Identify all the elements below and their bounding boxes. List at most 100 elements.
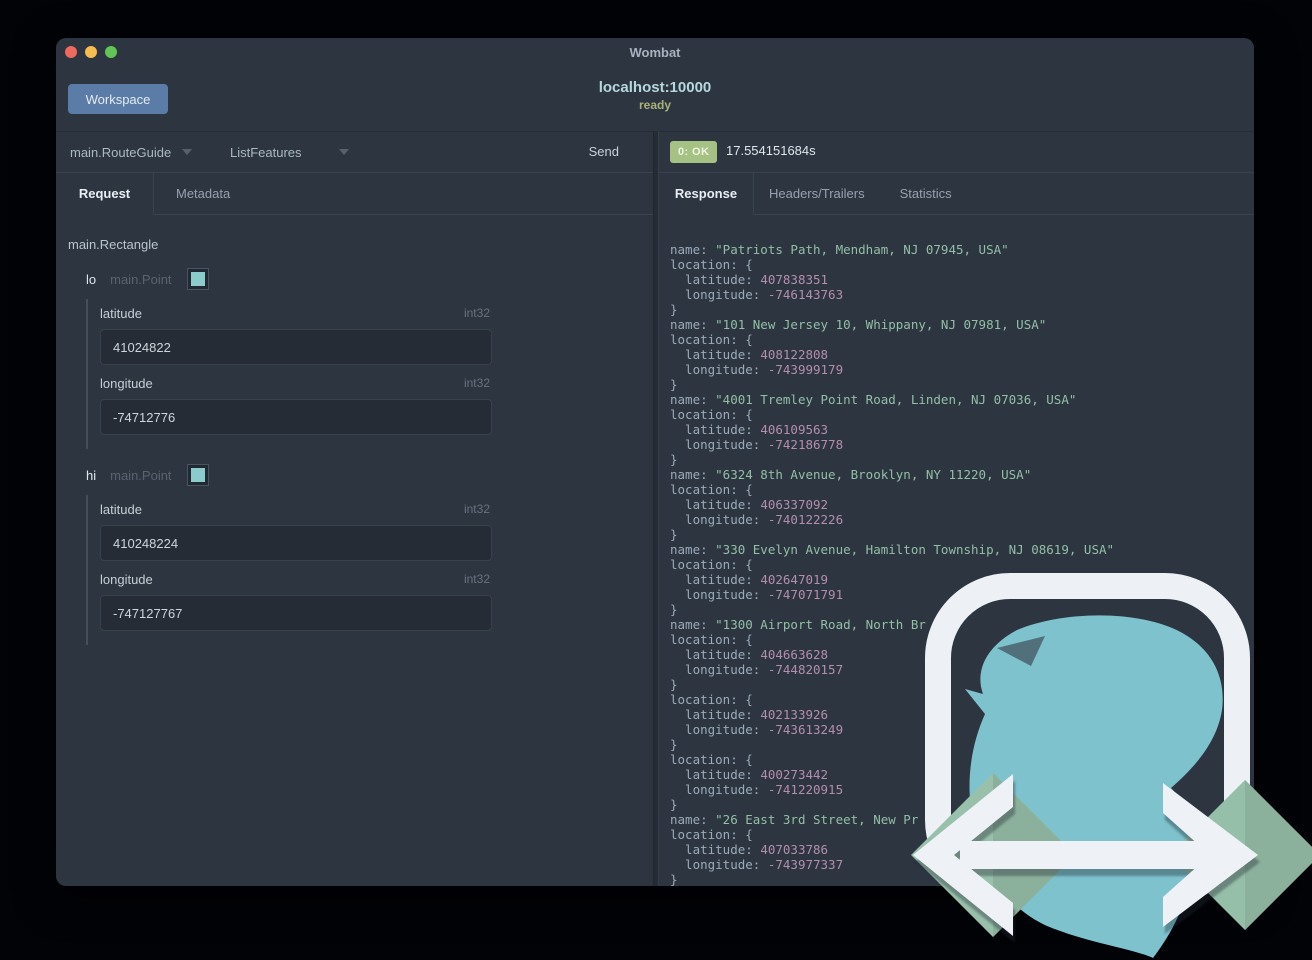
hi-latitude-input[interactable] — [100, 525, 492, 561]
response-line: } — [670, 737, 678, 752]
response-line: location: { — [670, 827, 753, 842]
field-type: main.Point — [110, 271, 172, 287]
response-line: longitude: -743977337 — [670, 857, 844, 872]
message-type-label: main.Rectangle — [68, 237, 159, 252]
fullscreen-icon[interactable] — [105, 46, 117, 58]
service-select-label: main.RouteGuide — [70, 144, 172, 160]
response-line: longitude: -741220915 — [670, 782, 844, 797]
response-line: longitude: -747071791 — [670, 587, 844, 602]
tab-request[interactable]: Request — [56, 173, 154, 215]
window-title: Wombat — [629, 45, 681, 60]
tab-metadata[interactable]: Metadata — [154, 173, 253, 215]
field-group-hi-body: latitude int32 longitude int32 — [86, 495, 492, 645]
response-line: latitude: 406337092 — [670, 497, 829, 512]
response-line: name: "Patriots Path, Mendham, NJ 07945,… — [670, 242, 1009, 257]
response-line: location: { — [670, 692, 753, 707]
request-form: main.Rectangle lo main.Point latitude in… — [56, 215, 653, 886]
response-line: location: { — [670, 752, 753, 767]
field-name: lo — [86, 271, 97, 287]
tab-statistics[interactable]: Statistics — [879, 173, 972, 215]
response-line: latitude: 406109563 — [670, 422, 829, 437]
response-line: } — [670, 677, 678, 692]
lo-enabled-checkbox[interactable] — [186, 268, 209, 290]
response-line: } — [670, 602, 678, 617]
hi-enabled-checkbox[interactable] — [186, 464, 209, 486]
response-line: latitude: 408122808 — [670, 347, 829, 362]
traffic-lights — [65, 46, 117, 58]
lo-longitude-input[interactable] — [100, 399, 492, 435]
response-line: location: { — [670, 332, 753, 347]
request-toolbar: main.RouteGuide ListFeatures Send — [56, 131, 653, 172]
field-group-lo-header: lo main.Point — [86, 268, 209, 290]
connection-state: ready — [638, 98, 672, 112]
response-line: longitude: -746143763 — [670, 287, 844, 302]
response-line: name: "6324 8th Avenue, Brooklyn, NY 112… — [670, 467, 1032, 482]
send-button[interactable]: Send — [589, 132, 619, 172]
chevron-down-icon — [338, 149, 349, 155]
method-select[interactable]: ListFeatures — [230, 132, 349, 172]
field-group-hi-header: hi main.Point — [86, 464, 209, 486]
wombat-window: Wombat Workspace localhost:10000 ready m… — [56, 38, 1254, 886]
response-body[interactable]: name: "Patriots Path, Mendham, NJ 07945,… — [659, 215, 1254, 886]
response-line: name: "101 New Jersey 10, Whippany, NJ 0… — [670, 317, 1047, 332]
response-line: } — [670, 797, 678, 812]
titlebar: Wombat — [56, 38, 1254, 66]
response-line: } — [670, 527, 678, 542]
close-icon[interactable] — [65, 46, 77, 58]
lo-latitude-input[interactable] — [100, 329, 492, 365]
minimize-icon[interactable] — [85, 46, 97, 58]
response-line: longitude: -743999179 — [670, 362, 844, 377]
field-name: hi — [86, 467, 97, 483]
main-split: main.RouteGuide ListFeatures Send Reques… — [56, 131, 1254, 886]
header: Workspace localhost:10000 ready — [56, 66, 1254, 131]
response-line: longitude: -742186778 — [670, 437, 844, 452]
response-line: longitude: -740122226 — [670, 512, 844, 527]
field-type-label: int32 — [463, 502, 490, 516]
response-line: latitude: 407838351 — [670, 272, 829, 287]
response-line: longitude: -744820157 — [670, 662, 844, 677]
field-label: longitude — [100, 375, 153, 391]
tab-response[interactable]: Response — [659, 173, 754, 215]
tab-headers-trailers[interactable]: Headers/Trailers — [754, 173, 880, 215]
elapsed-time: 17.554151684s — [726, 143, 816, 158]
response-line: } — [670, 872, 678, 886]
field-type-label: int32 — [463, 572, 490, 586]
response-line: latitude: 402133926 — [670, 707, 829, 722]
status-badge: 0: OK — [670, 141, 718, 163]
field-label: latitude — [100, 501, 142, 517]
field-type: main.Point — [110, 467, 172, 483]
response-line: } — [670, 377, 678, 392]
response-line: location: { — [670, 257, 753, 272]
field-type-label: int32 — [463, 376, 490, 390]
response-line: latitude: 404663628 — [670, 647, 829, 662]
field-row: longitude int32 — [100, 571, 490, 587]
response-toolbar: 0: OK 17.554151684s — [659, 131, 1254, 172]
field-label: latitude — [100, 305, 142, 321]
response-line: latitude: 407033786 — [670, 842, 829, 857]
response-line: } — [670, 452, 678, 467]
response-line: name: "4001 Tremley Point Road, Linden, … — [670, 392, 1077, 407]
response-line: name: "1300 Airport Road, North Br — [670, 617, 926, 632]
connection-status: localhost:10000 ready — [56, 79, 1254, 112]
tabbar-filler — [252, 173, 653, 215]
response-line: latitude: 402647019 — [670, 572, 829, 587]
field-row: latitude int32 — [100, 305, 490, 321]
chevron-down-icon — [182, 149, 193, 155]
service-select[interactable]: main.RouteGuide — [70, 132, 193, 172]
field-group-lo-body: latitude int32 longitude int32 — [86, 299, 492, 449]
response-content: name: "Patriots Path, Mendham, NJ 07945,… — [659, 215, 1254, 886]
response-line: location: { — [670, 557, 753, 572]
hi-longitude-input[interactable] — [100, 595, 492, 631]
desktop: Wombat Workspace localhost:10000 ready m… — [0, 0, 1312, 960]
field-row: latitude int32 — [100, 501, 490, 517]
method-select-label: ListFeatures — [230, 144, 302, 160]
response-panel: 0: OK 17.554151684s Response Headers/Tra… — [659, 131, 1254, 886]
tabbar-filler — [971, 173, 1254, 215]
connection-target: localhost:10000 — [598, 79, 712, 96]
response-tabs: Response Headers/Trailers Statistics — [659, 172, 1254, 215]
response-line: location: { — [670, 632, 753, 647]
request-tabs: Request Metadata — [56, 172, 653, 215]
response-line: name: "26 East 3rd Street, New Pr — [670, 812, 919, 827]
response-line: latitude: 400273442 — [670, 767, 829, 782]
response-line: location: { — [670, 482, 753, 497]
